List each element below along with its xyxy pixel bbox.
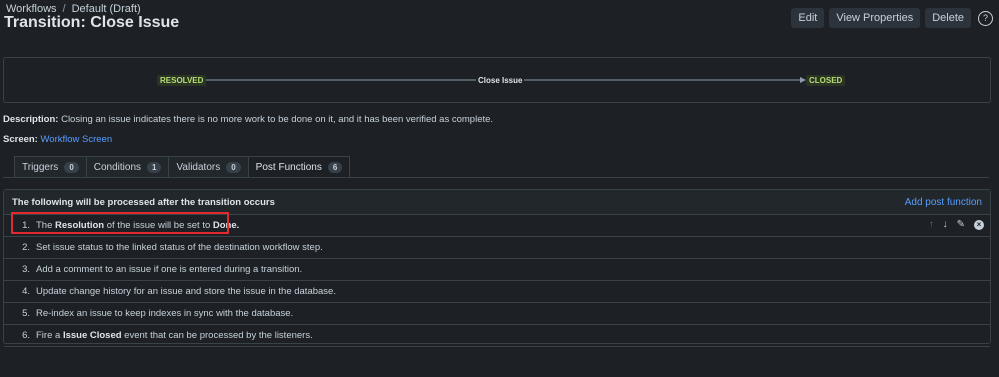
- arrow-down-icon[interactable]: ↓: [943, 219, 948, 230]
- post-function-row: 3. Add a comment to an issue if one is e…: [4, 259, 990, 281]
- description: Description: Closing an issue indicates …: [3, 114, 493, 125]
- tab-triggers[interactable]: Triggers 0: [14, 156, 87, 177]
- add-post-function-link[interactable]: Add post function: [905, 197, 982, 208]
- tab-label: Conditions: [93, 161, 142, 173]
- row-text: The Resolution of the issue will be set …: [36, 220, 240, 231]
- row-number: 6.: [22, 330, 30, 341]
- tab-validators[interactable]: Validators 0: [169, 156, 249, 177]
- post-function-row: 1. The Resolution of the issue will be s…: [4, 215, 990, 237]
- row-text: Fire a Issue Closed event that can be pr…: [36, 330, 313, 341]
- row-number: 4.: [22, 286, 30, 297]
- tab-label: Post Functions: [255, 161, 322, 173]
- row-number: 3.: [22, 264, 30, 275]
- header-actions: Edit View Properties Delete ?: [791, 8, 993, 28]
- post-functions-panel: The following will be processed after th…: [3, 189, 991, 347]
- tab-count-badge: 0: [64, 161, 79, 173]
- post-functions-title: The following will be processed after th…: [12, 196, 275, 208]
- tab-count-badge: 0: [226, 161, 241, 173]
- transition-diagram: RESOLVED Close Issue CLOSED: [3, 57, 991, 103]
- tabs-divider: [3, 177, 989, 178]
- workflow-transition-page: Workflows / Default (Draft) Transition: …: [0, 0, 999, 377]
- row-text: Re-index an issue to keep indexes in syn…: [36, 308, 294, 319]
- page-title: Transition: Close Issue: [4, 14, 180, 31]
- tab-count-badge: 1: [147, 161, 162, 173]
- post-function-row: 4. Update change history for an issue an…: [4, 281, 990, 303]
- tabs: Triggers 0 Conditions 1 Validators 0 Pos…: [14, 156, 351, 177]
- post-function-row: 5. Re-index an issue to keep indexes in …: [4, 303, 990, 325]
- status-lozenge-resolved: RESOLVED: [157, 75, 207, 86]
- pencil-icon[interactable]: ✎: [957, 219, 965, 230]
- row-number: 5.: [22, 308, 30, 319]
- help-icon[interactable]: ?: [978, 10, 993, 26]
- row-actions: ↑ ↓ ✎ ×: [929, 219, 984, 230]
- delete-button[interactable]: Delete: [925, 8, 971, 28]
- arrow-up-icon[interactable]: ↑: [929, 219, 934, 230]
- description-label: Description:: [3, 114, 59, 125]
- description-text: Closing an issue indicates there is no m…: [58, 114, 494, 125]
- edit-button[interactable]: Edit: [791, 8, 825, 28]
- post-function-row: 6. Fire a Issue Closed event that can be…: [4, 325, 990, 347]
- close-icon[interactable]: ×: [974, 219, 984, 230]
- tab-label: Validators: [176, 161, 221, 173]
- row-text: Add a comment to an issue if one is ente…: [36, 264, 303, 275]
- screen-info: Screen: Workflow Screen: [3, 134, 112, 145]
- screen-label: Screen:: [3, 134, 38, 145]
- tab-count-badge: 6: [327, 161, 343, 173]
- row-number: 2.: [22, 242, 30, 253]
- row-text: Set issue status to the linked status of…: [36, 242, 323, 253]
- tab-conditions[interactable]: Conditions 1: [86, 156, 170, 177]
- row-text: Update change history for an issue and s…: [36, 286, 336, 297]
- status-lozenge-closed: CLOSED: [806, 75, 846, 86]
- screen-link[interactable]: Workflow Screen: [41, 134, 113, 145]
- row-number: 1.: [22, 220, 30, 231]
- tab-label: Triggers: [22, 161, 59, 173]
- tab-post-functions[interactable]: Post Functions 6: [248, 156, 351, 177]
- view-properties-button[interactable]: View Properties: [829, 8, 921, 28]
- post-functions-header: The following will be processed after th…: [4, 190, 990, 215]
- diagram-transition-label: Close Issue: [476, 75, 525, 86]
- post-function-row: 2. Set issue status to the linked status…: [4, 237, 990, 259]
